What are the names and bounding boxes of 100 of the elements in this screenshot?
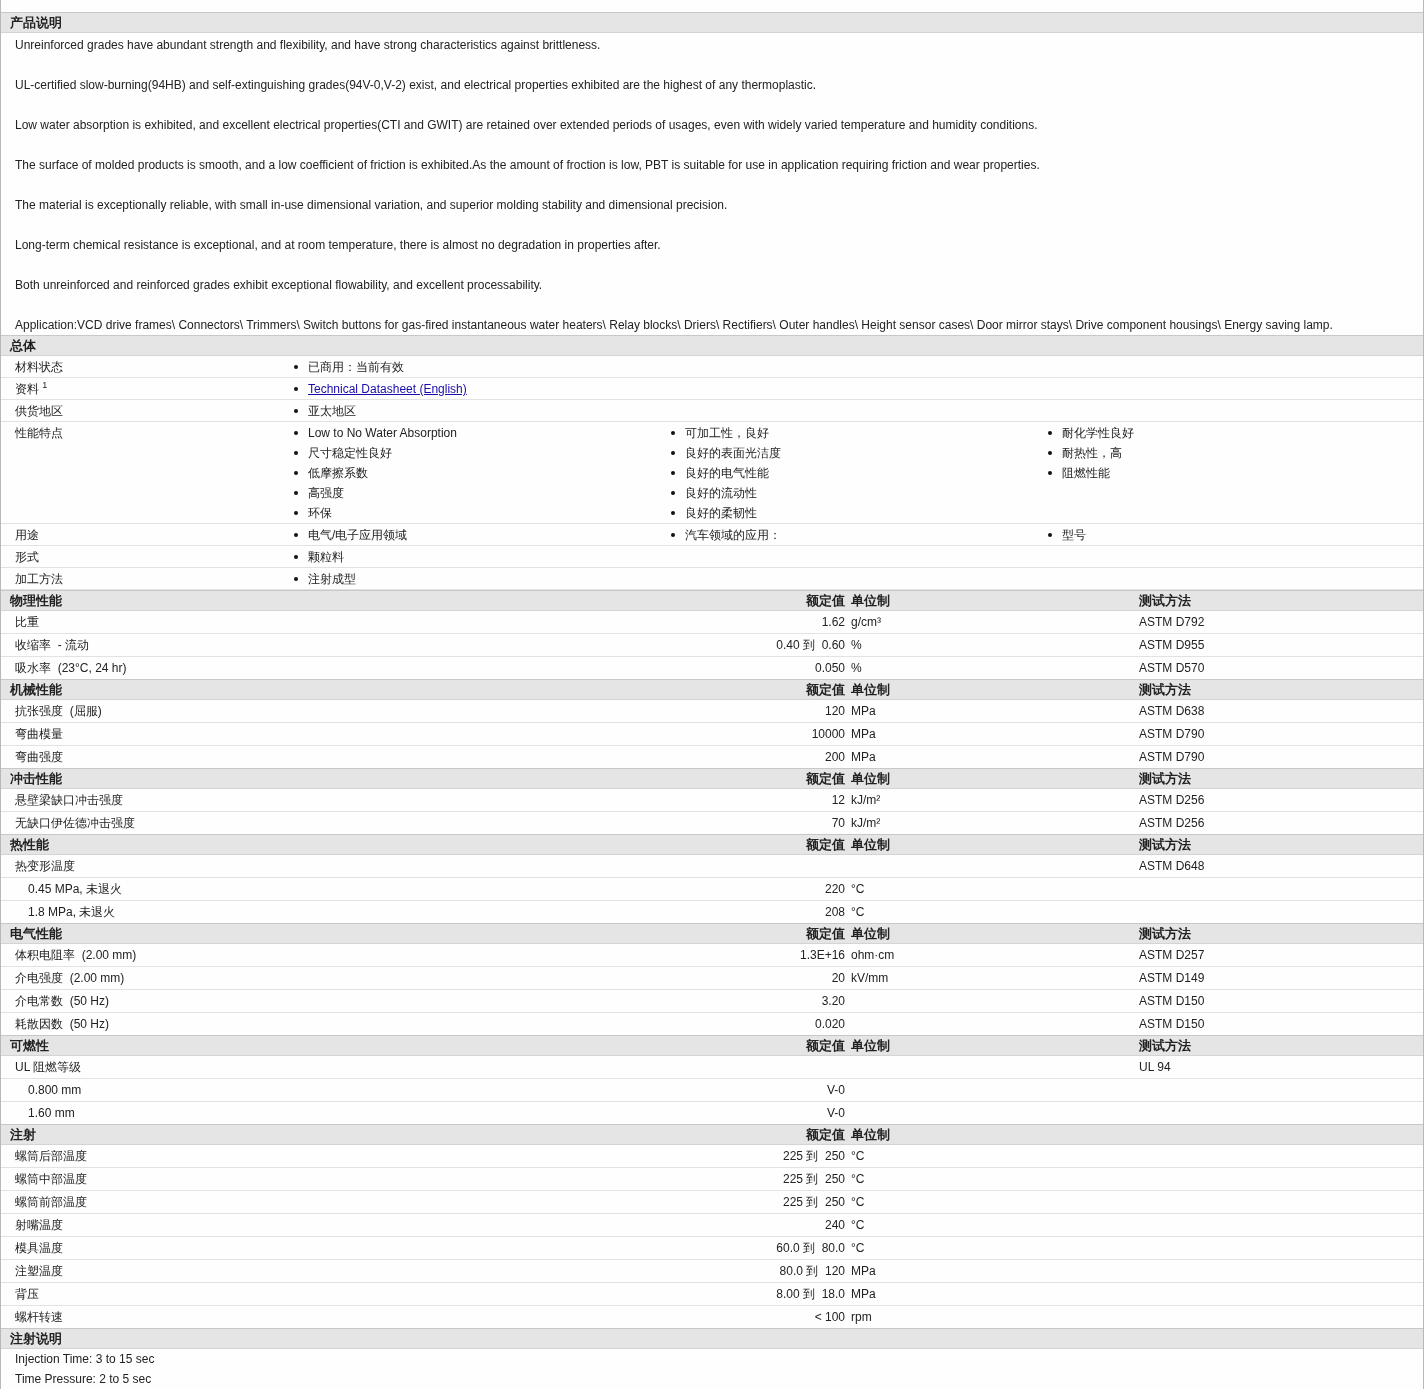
bullet-icon <box>1048 451 1052 455</box>
section-title: 产品说明 <box>9 13 62 32</box>
section-title: 电气性能 <box>9 924 62 943</box>
bullet-icon <box>294 511 298 515</box>
bullet-icon <box>671 451 675 455</box>
column-heading: 额定值 <box>806 680 846 699</box>
property-name: 螺筒中部温度 <box>14 1170 87 1188</box>
unit: rpm <box>851 1310 872 1324</box>
property-value: 型号 <box>1062 526 1086 544</box>
property-name: 背压 <box>14 1285 39 1303</box>
datasheet-link[interactable]: Technical Datasheet (English) <box>308 382 467 396</box>
test-method: ASTM D150 <box>1139 1017 1205 1031</box>
property-value: V-0 <box>827 1106 846 1120</box>
column-heading: 额定值 <box>806 835 846 854</box>
bullet-icon <box>294 555 298 559</box>
unit: MPa <box>851 750 876 764</box>
bullet-icon <box>671 471 675 475</box>
property-value: 1.62 <box>821 615 846 629</box>
property-value: 良好的柔韧性 <box>685 504 757 522</box>
bullet-icon <box>1048 471 1052 475</box>
test-method: UL 94 <box>1139 1060 1171 1074</box>
property-value: 20 <box>831 971 846 985</box>
property-value: 耐化学性良好 <box>1062 424 1134 442</box>
property-value: 220 <box>824 882 846 896</box>
property-name: 0.45 MPa, 未退火 <box>27 880 123 898</box>
test-method: ASTM D257 <box>1139 948 1205 962</box>
section-title: 冲击性能 <box>9 769 62 788</box>
property-value: 10000 <box>811 727 846 741</box>
test-method: ASTM D570 <box>1139 661 1205 675</box>
bullet-icon <box>294 471 298 475</box>
column-heading: 单位制 <box>851 769 890 788</box>
unit: °C <box>851 882 865 896</box>
bullet-icon <box>671 511 675 515</box>
unit: °C <box>851 1241 865 1255</box>
note-text: Time Pressure: 2 to 5 sec <box>15 1372 152 1386</box>
section-title: 注射 <box>9 1125 36 1144</box>
column-heading: 额定值 <box>806 591 846 610</box>
property-name: 体积电阻率 (2.00 mm) <box>14 946 137 964</box>
property-name: 供货地区 <box>14 403 63 420</box>
section-title: 物理性能 <box>9 591 62 610</box>
test-method: ASTM D790 <box>1139 750 1205 764</box>
property-value: 注射成型 <box>308 570 356 588</box>
property-name: 注塑温度 <box>14 1262 63 1280</box>
section-title: 可燃性 <box>9 1036 49 1055</box>
property-name: 介电常数 (50 Hz) <box>14 992 109 1010</box>
unit: % <box>851 661 862 675</box>
property-value: 阻燃性能 <box>1062 464 1110 482</box>
property-name: 射嘴温度 <box>14 1216 63 1234</box>
column-heading: 测试方法 <box>1139 680 1191 699</box>
property-name: 1.8 MPa, 未退火 <box>27 903 116 921</box>
property-value: 电气/电子应用领域 <box>308 526 408 544</box>
property-value: 耐热性，高 <box>1062 444 1122 462</box>
property-value: 60.0 到 80.0 <box>776 1239 846 1257</box>
property-value: 亚太地区 <box>308 402 356 420</box>
description-paragraph: Low water absorption is exhibited, and excellent electrical properties(CTI and GWIT) are retained over extended periods of usages, even with widely varied temperature and humidity conditions. <box>14 117 1039 134</box>
property-name: 无缺口伊佐德冲击强度 <box>14 814 135 832</box>
property-name: 性能特点 <box>14 425 63 442</box>
unit: kJ/m² <box>851 793 881 807</box>
bullet-icon <box>294 387 298 391</box>
property-name: 用途 <box>14 527 39 544</box>
test-method: ASTM D792 <box>1139 615 1205 629</box>
test-method: ASTM D790 <box>1139 727 1205 741</box>
property-name: 耗散因数 (50 Hz) <box>14 1015 109 1033</box>
unit: °C <box>851 905 865 919</box>
column-heading: 单位制 <box>851 835 890 854</box>
unit: kJ/m² <box>851 816 881 830</box>
column-heading: 单位制 <box>851 591 890 610</box>
column-heading: 额定值 <box>806 769 846 788</box>
bullet-icon <box>294 577 298 581</box>
unit: kV/mm <box>851 971 889 985</box>
test-method: ASTM D256 <box>1139 793 1205 807</box>
unit: °C <box>851 1149 865 1163</box>
property-value: Low to No Water Absorption <box>308 426 457 440</box>
property-value: 8.00 到 18.0 <box>776 1285 846 1303</box>
property-name: 弯曲强度 <box>14 748 63 766</box>
section-title: 总体 <box>8 336 36 355</box>
property-value: 3.20 <box>821 994 846 1008</box>
column-heading: 测试方法 <box>1139 769 1191 788</box>
property-value: V-0 <box>827 1083 846 1097</box>
column-heading: 单位制 <box>851 1036 890 1055</box>
property-value: 80.0 到 120 <box>779 1262 846 1280</box>
description-paragraph: Application:VCD drive frames\ Connectors\ Trimmers\ Switch buttons for gas-fired instantaneous water heaters\ Relay blocks\ Driers\ Rectifiers\ Outer handles\ Height sensor cases\ Door mirror stays\ Drive component housings\ Energy saving lamp. <box>14 317 1334 334</box>
property-value: 良好的电气性能 <box>685 464 769 482</box>
property-name: 加工方法 <box>14 571 63 588</box>
unit: g/cm³ <box>851 615 881 629</box>
property-value: 120 <box>824 704 846 718</box>
bullet-icon <box>671 431 675 435</box>
property-value: 低摩擦系数 <box>308 464 368 482</box>
column-heading: 单位制 <box>851 924 890 943</box>
test-method: ASTM D149 <box>1139 971 1205 985</box>
property-value: 240 <box>824 1218 846 1232</box>
property-name: 介电强度 (2.00 mm) <box>14 969 125 987</box>
unit: % <box>851 638 862 652</box>
property-value: < 100 <box>814 1310 846 1324</box>
section-title: 机械性能 <box>8 680 62 699</box>
unit: MPa <box>851 727 876 741</box>
description-paragraph: Unreinforced grades have abundant strength and flexibility, and have strong characteristics against brittleness. <box>14 37 602 54</box>
bullet-icon <box>294 533 298 537</box>
section-title: 热性能 <box>9 835 49 854</box>
property-name: 材料状态 <box>14 359 63 376</box>
